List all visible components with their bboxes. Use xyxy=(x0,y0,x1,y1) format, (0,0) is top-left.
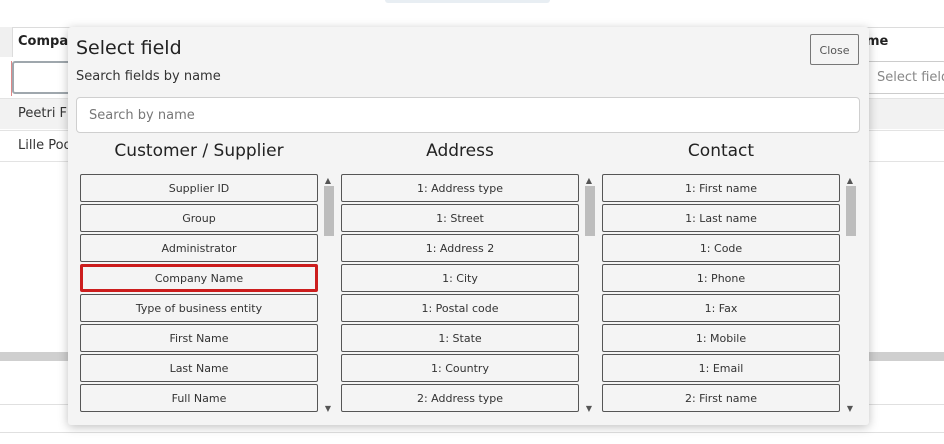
field-button[interactable]: 1: Code xyxy=(602,234,840,262)
field-button[interactable]: 1: Phone xyxy=(602,264,840,292)
field-button[interactable]: Administrator xyxy=(80,234,318,262)
field-button[interactable]: 1: Address type xyxy=(341,174,579,202)
row-marker xyxy=(0,61,12,96)
column-customer-supplier: Customer / Supplier Supplier ID Group Ad… xyxy=(76,141,336,425)
vertical-scrollbar[interactable]: ▲ ▼ xyxy=(583,174,595,416)
field-button[interactable]: 2: First name xyxy=(602,384,840,412)
scroll-thumb[interactable] xyxy=(585,186,595,236)
field-button[interactable]: First Name xyxy=(80,324,318,352)
vertical-scrollbar[interactable]: ▲ ▼ xyxy=(844,174,856,416)
column-address: Address 1: Address type 1: Street 1: Add… xyxy=(337,141,597,425)
scroll-up-icon[interactable]: ▲ xyxy=(322,176,334,186)
field-button[interactable]: 1: Last name xyxy=(602,204,840,232)
search-input[interactable] xyxy=(76,97,860,133)
field-button[interactable]: 1: Street xyxy=(341,204,579,232)
scroll-up-icon[interactable]: ▲ xyxy=(844,176,856,186)
modal-subtitle: Search fields by name xyxy=(76,69,221,84)
field-button[interactable]: Type of business entity xyxy=(80,294,318,322)
field-button[interactable]: 1: First name xyxy=(602,174,840,202)
scroll-down-icon[interactable]: ▼ xyxy=(844,404,856,414)
field-button[interactable]: 1: Email xyxy=(602,354,840,382)
table-cell: Lille Poo xyxy=(18,138,68,153)
select-field-dropdown[interactable]: Select field xyxy=(866,61,944,94)
divider xyxy=(0,432,944,433)
field-button[interactable]: 2: Address type xyxy=(341,384,579,412)
field-button[interactable]: 1: State xyxy=(341,324,579,352)
close-button[interactable]: Close xyxy=(810,34,859,65)
column-contact: Contact 1: First name 1: Last name 1: Co… xyxy=(598,141,858,425)
column-header-name: me xyxy=(866,34,889,49)
vertical-scrollbar[interactable]: ▲ ▼ xyxy=(322,174,334,416)
scroll-thumb[interactable] xyxy=(846,186,856,236)
table-cell: Peetri F xyxy=(18,106,68,121)
scroll-thumb[interactable] xyxy=(324,186,334,236)
field-button[interactable]: Full Name xyxy=(80,384,318,412)
field-button[interactable]: 1: City xyxy=(341,264,579,292)
field-button[interactable]: Last Name xyxy=(80,354,318,382)
field-button[interactable]: 1: Mobile xyxy=(602,324,840,352)
scroll-up-icon[interactable]: ▲ xyxy=(583,176,595,186)
select-field-modal: Select field Search fields by name Close… xyxy=(68,27,869,425)
top-bar-accent xyxy=(385,0,550,3)
modal-title: Select field xyxy=(76,37,182,59)
scroll-down-icon[interactable]: ▼ xyxy=(583,404,595,414)
field-list: 1: First name 1: Last name 1: Code 1: Ph… xyxy=(598,174,858,425)
field-button[interactable]: 1: Fax xyxy=(602,294,840,322)
column-title: Contact xyxy=(687,141,755,161)
field-button[interactable]: 1: Address 2 xyxy=(341,234,579,262)
field-button[interactable]: Group xyxy=(80,204,318,232)
field-list: Supplier ID Group Administrator Company … xyxy=(76,174,336,425)
table-header-gutter xyxy=(0,27,13,57)
column-title: Customer / Supplier xyxy=(114,141,284,161)
company-filter-input[interactable] xyxy=(12,61,72,94)
scroll-down-icon[interactable]: ▼ xyxy=(322,404,334,414)
column-title: Address xyxy=(426,141,494,161)
field-button[interactable]: Supplier ID xyxy=(80,174,318,202)
field-button[interactable]: 1: Postal code xyxy=(341,294,579,322)
field-list: 1: Address type 1: Street 1: Address 2 1… xyxy=(337,174,597,425)
field-button-highlighted[interactable]: Company Name xyxy=(80,264,318,292)
field-button[interactable]: 1: Country xyxy=(341,354,579,382)
